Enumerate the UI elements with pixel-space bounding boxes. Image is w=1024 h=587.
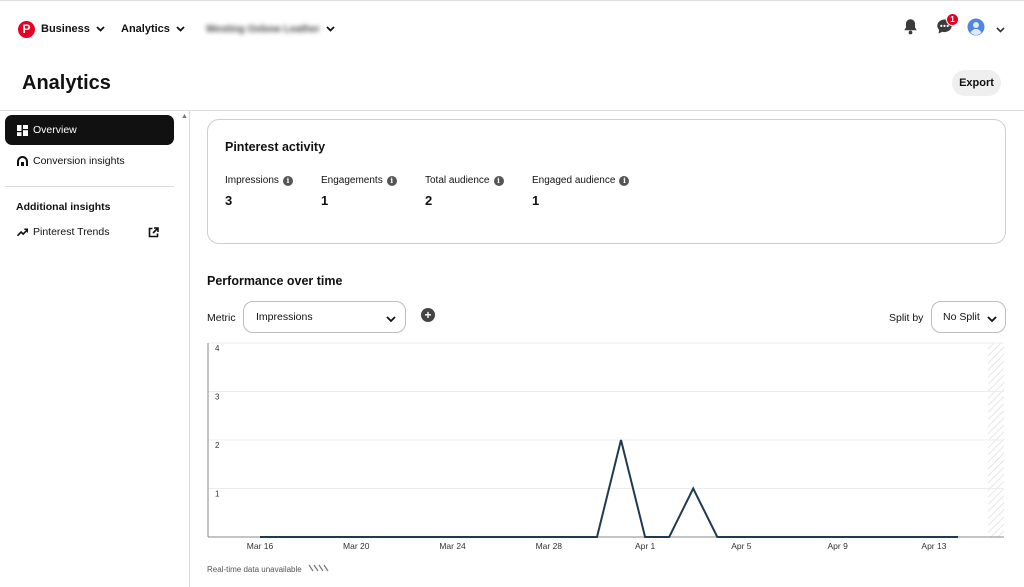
realtime-note-text: Real-time data unavailable [207, 564, 302, 574]
x-tick-label: Apr 13 [921, 541, 946, 551]
x-tick-label: Mar 20 [343, 541, 370, 551]
hatch-legend-icon [308, 564, 330, 574]
x-tick-label: Mar 28 [536, 541, 563, 551]
x-tick-label: Apr 1 [635, 541, 656, 551]
y-tick-label: 1 [215, 490, 220, 499]
y-tick-label: 4 [215, 344, 220, 353]
realtime-note: Real-time data unavailable [207, 564, 330, 574]
x-tick-label: Apr 5 [731, 541, 752, 551]
x-tick-label: Apr 9 [827, 541, 848, 551]
x-tick-label: Mar 16 [247, 541, 274, 551]
x-tick-label: Mar 24 [439, 541, 466, 551]
y-tick-label: 3 [215, 393, 220, 402]
y-tick-label: 2 [215, 441, 220, 450]
performance-chart: 1 2 3 4 Mar 16 Mar 20 Mar 24 Mar 28 Apr 1 Apr 5 A… [207, 342, 1004, 551]
